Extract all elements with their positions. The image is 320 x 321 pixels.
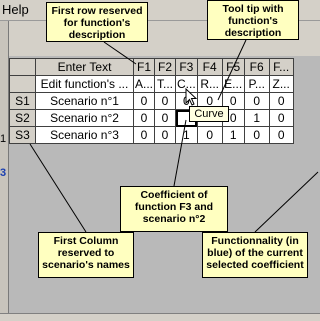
- callout-coefficient: Coefficient of function F3 and scenario …: [120, 186, 228, 232]
- callout-first-column: First Column reserved to scenario's name…: [38, 232, 134, 278]
- callout-functionality: Functionnality (in blue) of the current …: [202, 232, 308, 278]
- callout-first-row: First row reserved for function's descri…: [46, 2, 148, 42]
- callout-tool-tip: Tool tip with function's description: [207, 0, 299, 40]
